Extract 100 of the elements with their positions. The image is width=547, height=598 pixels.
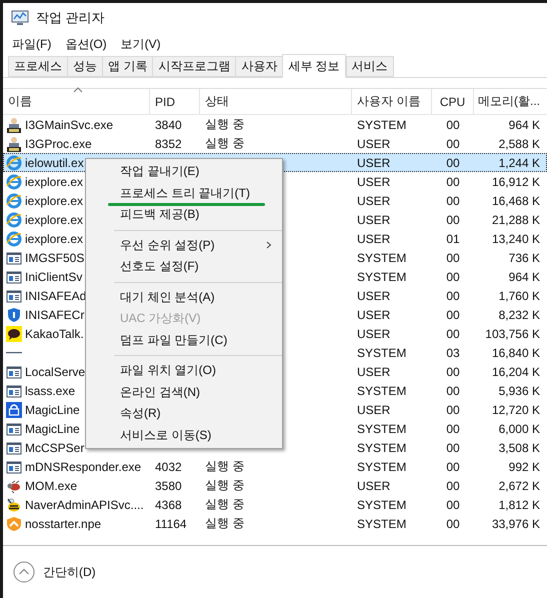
status-text: 실행 중 bbox=[205, 496, 244, 513]
memory-text: 964 K bbox=[508, 118, 540, 132]
column-header[interactable]: 상태 bbox=[200, 89, 352, 114]
user-text: USER bbox=[357, 308, 390, 322]
cpu-text: 00 bbox=[446, 250, 460, 264]
app-window-icon bbox=[6, 420, 22, 436]
process-name: MOM.exe bbox=[25, 478, 78, 492]
menu-item[interactable]: 프로세스 트리 끝내기(T) bbox=[86, 182, 282, 204]
cpu-text: 00 bbox=[446, 460, 460, 474]
menu-item[interactable]: 선호도 설정(F) bbox=[86, 256, 282, 278]
menu-item[interactable]: 대기 체인 분석(A) bbox=[86, 286, 282, 308]
e-globe-icon bbox=[6, 154, 22, 170]
cpu-text: 00 bbox=[446, 384, 460, 398]
cpu-text: 00 bbox=[446, 422, 460, 436]
user-text: USER bbox=[357, 288, 390, 302]
memory-text: 1,760 K bbox=[498, 288, 540, 302]
status-text: 실행 중 bbox=[205, 515, 244, 532]
status-text: 실행 중 bbox=[205, 116, 244, 133]
process-name: I3GProc.exe bbox=[25, 136, 92, 150]
memory-text: 16,840 K bbox=[492, 346, 540, 360]
user-text: SYSTEM bbox=[357, 460, 406, 474]
cpu-text: 00 bbox=[446, 174, 460, 188]
user-text: USER bbox=[357, 402, 390, 416]
app-window-icon bbox=[6, 268, 22, 284]
process-name: MagicLine bbox=[25, 422, 80, 436]
process-name: McCSPSer bbox=[25, 440, 84, 454]
user-text: USER bbox=[357, 174, 390, 188]
memory-text: 21,288 K bbox=[492, 212, 540, 226]
column-header[interactable]: 메모리(활... bbox=[474, 89, 544, 114]
status-text: 실행 중 bbox=[205, 477, 244, 494]
memory-text: 33,976 K bbox=[492, 516, 540, 530]
process-name: INISAFECr bbox=[25, 308, 84, 322]
user-text: SYSTEM bbox=[357, 118, 406, 132]
pid-text: 4368 bbox=[155, 498, 182, 512]
menu-item[interactable]: 파일 위치 열기(O) bbox=[86, 360, 282, 382]
user-text: SYSTEM bbox=[357, 440, 406, 454]
bee-icon bbox=[6, 496, 22, 512]
column-header[interactable]: PID bbox=[150, 89, 200, 114]
menu-item[interactable]: 우선 순위 설정(P) bbox=[86, 234, 282, 256]
column-header[interactable]: CPU bbox=[432, 89, 474, 114]
memory-text: 16,912 K bbox=[492, 174, 540, 188]
process-name: iexplore.ex bbox=[25, 232, 84, 246]
user-text: SYSTEM bbox=[357, 422, 406, 436]
process-name: LocalServe bbox=[25, 364, 86, 378]
memory-text: 16,468 K bbox=[492, 194, 540, 208]
monitor-chart-icon bbox=[11, 10, 29, 26]
cpu-text: 00 bbox=[446, 308, 460, 322]
process-name: INISAFEAd bbox=[25, 288, 86, 302]
shield-arrow-icon bbox=[6, 516, 22, 532]
pid-text: 3580 bbox=[155, 478, 182, 492]
app-window-icon bbox=[6, 382, 22, 398]
menu-item[interactable]: 서비스로 이동(S) bbox=[86, 424, 282, 446]
menu-item[interactable]: 피드백 제공(B) bbox=[86, 204, 282, 226]
tab[interactable]: 프로세스 bbox=[8, 56, 67, 77]
cpu-text: 01 bbox=[446, 232, 460, 246]
menu-item[interactable]: 온라인 검색(N) bbox=[86, 382, 282, 403]
process-name: mDNSResponder.exe bbox=[25, 460, 142, 474]
user-text: SYSTEM bbox=[357, 250, 406, 264]
fewer-details-button[interactable]: 간단히(D) bbox=[13, 561, 96, 583]
memory-text: 2,672 K bbox=[498, 478, 540, 492]
tab[interactable]: 앱 기록 bbox=[102, 56, 152, 77]
menu-item[interactable]: 속성(R) bbox=[86, 403, 282, 424]
memory-text: 13,240 K bbox=[492, 232, 540, 246]
process-name: iexplore.ex bbox=[25, 194, 84, 208]
tab[interactable]: 시작프로그램 bbox=[152, 56, 236, 77]
app-window-icon bbox=[6, 250, 22, 266]
menu-item[interactable]: 작업 끝내기(E) bbox=[86, 161, 282, 182]
memory-text: 12,720 K bbox=[492, 402, 540, 416]
process-name: iexplore.ex bbox=[25, 212, 84, 226]
user-text: USER bbox=[357, 212, 390, 226]
menu-item[interactable]: 옵션(O) bbox=[63, 36, 109, 52]
user-text: USER bbox=[357, 232, 390, 246]
tab[interactable]: 성능 bbox=[67, 56, 102, 77]
process-name: iexplore.ex bbox=[25, 174, 84, 188]
user-text: USER bbox=[357, 364, 390, 378]
menu-item[interactable]: 보기(V) bbox=[118, 36, 163, 52]
app-window-icon bbox=[6, 288, 22, 304]
menu-item[interactable]: 파일(F) bbox=[10, 36, 54, 52]
cpu-text: 00 bbox=[446, 516, 460, 530]
process-name: nosstarter.npe bbox=[25, 516, 102, 530]
cpu-text: 00 bbox=[446, 136, 460, 150]
pid-text: 4032 bbox=[155, 460, 182, 474]
cpu-text: 00 bbox=[446, 326, 460, 340]
user-text: SYSTEM bbox=[357, 384, 406, 398]
menu-item[interactable]: 덤프 파일 만들기(C) bbox=[86, 330, 282, 351]
memory-text: 3,508 K bbox=[498, 440, 540, 454]
shield-icon bbox=[6, 306, 22, 322]
tab[interactable]: 사용자 bbox=[235, 56, 282, 77]
memory-text: 964 K bbox=[508, 270, 540, 284]
process-name: NaverAdminAPISvc.... bbox=[25, 498, 144, 512]
dash-icon bbox=[6, 352, 22, 354]
tab[interactable]: 세부 정보 bbox=[282, 54, 346, 78]
memory-text: 16,204 K bbox=[492, 364, 540, 378]
column-header[interactable]: 이름 bbox=[3, 89, 150, 114]
e-globe-icon bbox=[6, 212, 22, 228]
memory-text: 736 K bbox=[508, 250, 540, 264]
cpu-text: 00 bbox=[446, 194, 460, 208]
tab[interactable]: 서비스 bbox=[346, 56, 394, 77]
column-header[interactable]: 사용자 이름 bbox=[352, 89, 432, 114]
cpu-text: 00 bbox=[446, 364, 460, 378]
